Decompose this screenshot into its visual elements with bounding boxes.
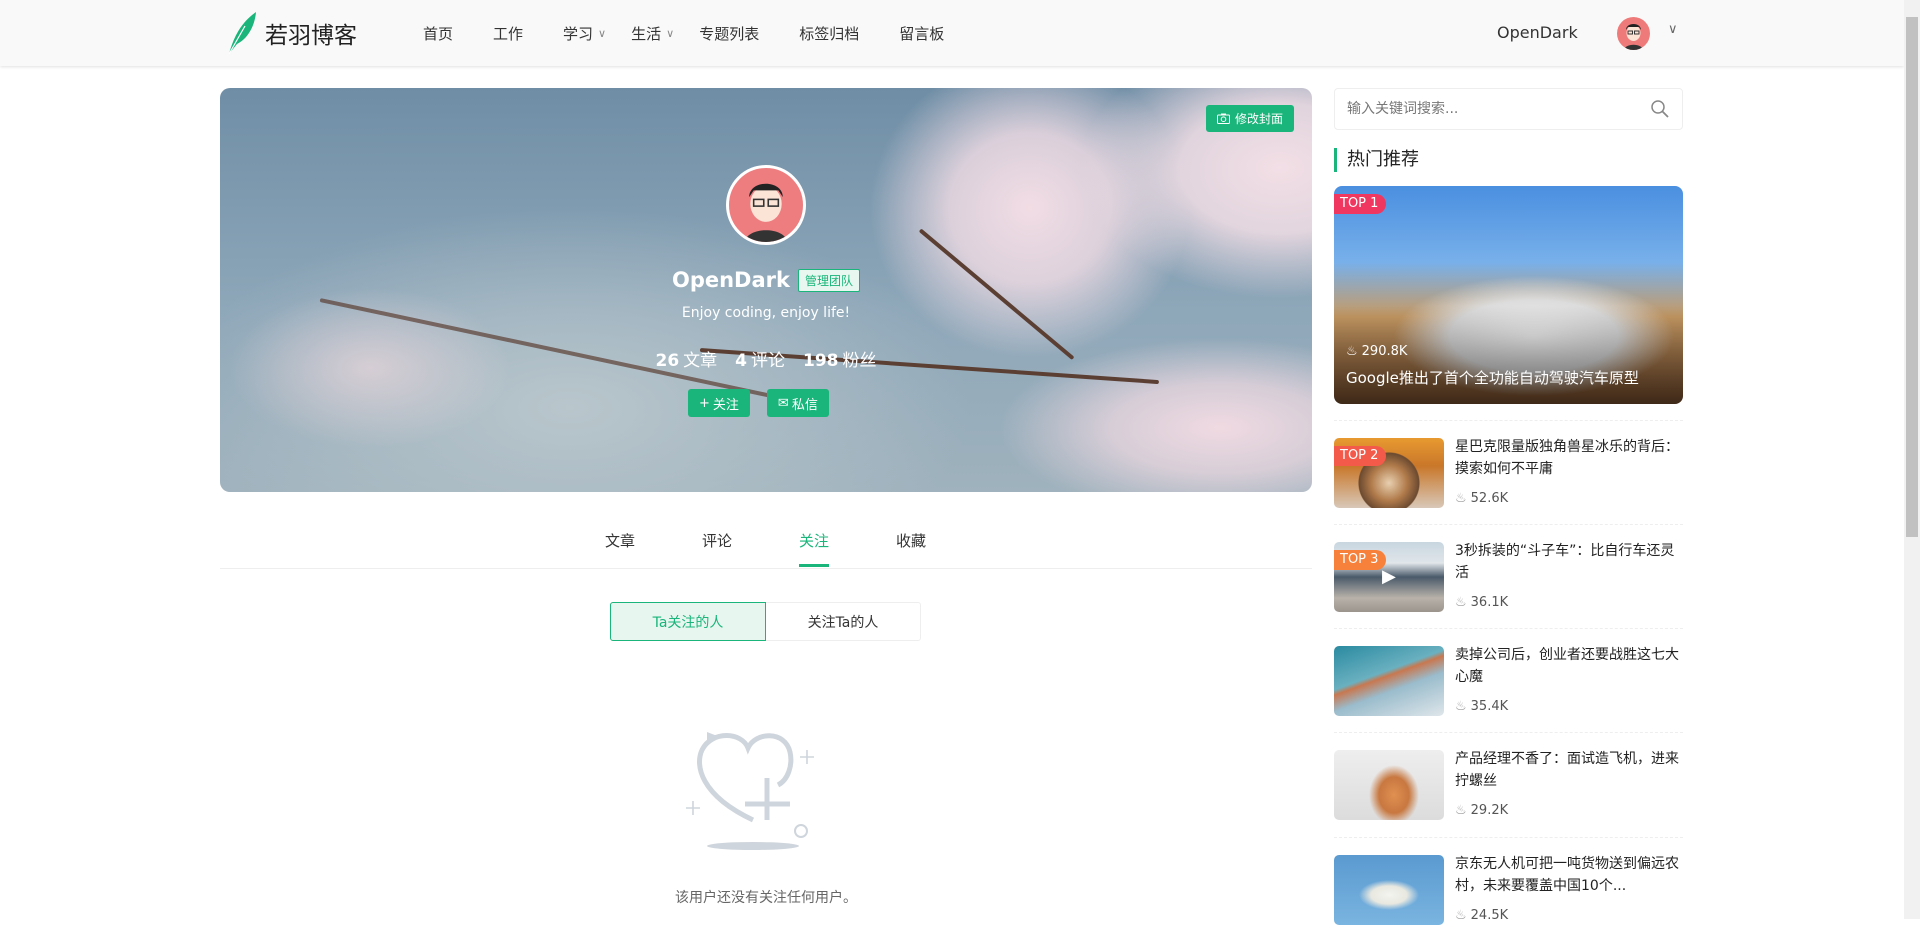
search-box [1334,88,1683,130]
hot-list-item[interactable]: 产品经理不香了：面试造飞机，进来拧螺丝 ♨ 29.2K [1334,732,1683,836]
tab-articles[interactable]: 文章 [605,530,635,551]
nav-tags[interactable]: 标签归档 [799,23,859,44]
header-username[interactable]: OpenDark [1497,23,1578,42]
profile-cover: 修改封面 OpenDark 管理团队 Enjoy coding, enjoy l… [220,88,1312,492]
hot-recommend-title: 热门推荐 [1334,148,1419,172]
empty-heart-illustration [686,732,814,850]
item-title[interactable]: 卖掉公司后，创业者还要战胜这七大心魔 [1455,644,1683,688]
item-title[interactable]: 星巴克限量版独角兽星冰乐的背后：摸索如何不平庸 [1455,436,1683,480]
view-count: ♨ 290.8K [1346,344,1408,359]
view-count: ♨ 35.4K [1455,699,1509,714]
header-avatar[interactable] [1617,17,1650,50]
thumbnail-image[interactable]: TOP 2 [1334,438,1444,508]
scrollbar-thumb[interactable] [1906,17,1918,537]
nav-home[interactable]: 首页 [423,23,453,44]
fire-icon: ♨ [1455,803,1467,818]
thumbnail-image[interactable] [1334,855,1444,925]
view-count: ♨ 52.6K [1455,491,1509,506]
message-button[interactable]: ✉ 私信 [766,389,829,417]
search-icon[interactable] [1650,99,1670,119]
camera-icon [1216,113,1230,124]
fire-icon: ♨ [1346,344,1358,359]
mail-icon: ✉ [777,395,789,411]
nav-label: 学习 [563,24,594,43]
nav-study[interactable]: 学习 ∨ [563,23,606,44]
nav-label: 工作 [493,24,524,43]
profile-name: OpenDark [671,268,790,292]
main-nav: 首页 工作 学习 ∨ 生活 ∨ 专题列表 标签归档 留言板 [423,0,984,66]
fire-icon: ♨ [1455,699,1467,714]
play-icon: ▶ [1382,566,1396,587]
logo-text: 若羽博客 [265,23,357,49]
edit-cover-button[interactable]: 修改封面 [1205,105,1294,132]
role-badge: 管理团队 [798,268,861,292]
thumbnail-image[interactable] [1334,646,1444,716]
hot-list-item[interactable]: TOP 3 ▶ 3秒拆装的“斗子车”：比自行车还灵活 ♨ 36.1K [1334,524,1683,628]
top-navbar: 若羽博客 首页 工作 学习 ∨ 生活 ∨ 专题列表 标签归档 留言板 OpenDar… [0,0,1904,66]
nav-life[interactable]: 生活 ∨ [631,23,674,44]
follow-segmented-control: Ta关注的人 关注Ta的人 [610,602,921,641]
segment-followers[interactable]: 关注Ta的人 [766,603,920,640]
rank-badge: TOP 2 [1334,446,1387,466]
view-count: ♨ 36.1K [1455,595,1509,610]
nav-guestbook[interactable]: 留言板 [899,23,944,44]
nav-topics[interactable]: 专题列表 [699,23,759,44]
tab-following[interactable]: 关注 [798,530,830,567]
profile-tabs: 文章 评论 关注 收藏 [220,520,1312,569]
rank-badge: TOP 3 [1334,550,1387,570]
stat-articles[interactable]: 26 文章 [655,346,717,371]
item-title[interactable]: 3秒拆装的“斗子车”：比自行车还灵活 [1455,540,1683,584]
fire-icon: ♨ [1455,908,1467,923]
profile-bio: Enjoy coding, enjoy life! [681,305,851,321]
chevron-down-icon[interactable]: ∨ [1668,22,1678,37]
chevron-down-icon: ∨ [666,26,675,40]
fire-icon: ♨ [1455,491,1467,506]
hot-list-item[interactable]: 京东无人机可把一吨货物送到偏远农村，未来要覆盖中国10个... ♨ 24.5K [1334,837,1683,941]
fire-icon: ♨ [1455,595,1467,610]
item-title[interactable]: 京东无人机可把一吨货物送到偏远农村，未来要覆盖中国10个... [1455,853,1683,897]
tab-comments[interactable]: 评论 [702,530,732,551]
empty-state-text: 该用户还没有关注任何用户。 [675,890,857,906]
nav-label: 专题列表 [699,24,760,43]
nav-label: 留言板 [899,24,945,43]
rank-badge: TOP 1 [1334,194,1387,214]
feather-logo-icon [228,12,256,55]
hot-top-card[interactable]: TOP 1 ♨ 290.8K Google推出了首个全功能自动驾驶汽车原型 [1334,186,1683,404]
follow-button[interactable]: + 关注 [688,389,750,417]
nav-label: 标签归档 [799,24,860,43]
profile-stats: 26 文章 4 评论 198 粉丝 [220,346,1312,371]
branch-decoration [918,228,1075,361]
chevron-down-icon: ∨ [598,26,607,40]
hot-list-item[interactable]: 卖掉公司后，创业者还要战胜这七大心魔 ♨ 35.4K [1334,628,1683,732]
view-count: ♨ 29.2K [1455,803,1509,818]
plus-icon: + [699,395,710,411]
view-count: ♨ 24.5K [1455,908,1509,923]
stat-comments[interactable]: 4 评论 [735,346,785,371]
profile-avatar[interactable] [726,165,806,245]
edit-cover-label: 修改封面 [1234,112,1283,126]
nav-label: 首页 [423,24,454,43]
nav-work[interactable]: 工作 [493,23,523,44]
item-title[interactable]: 产品经理不香了：面试造飞机，进来拧螺丝 [1455,748,1683,792]
thumbnail-image[interactable]: TOP 3 ▶ [1334,542,1444,612]
hot-top-title[interactable]: Google推出了首个全功能自动驾驶汽车原型 [1346,367,1639,388]
nav-label: 生活 [631,24,662,43]
thumbnail-image[interactable] [1334,750,1444,820]
profile-actions: + 关注 ✉ 私信 [688,389,829,417]
profile-name-row: OpenDark 管理团队 [220,268,1312,292]
segment-following[interactable]: Ta关注的人 [610,602,766,641]
hot-list-item[interactable]: TOP 2 星巴克限量版独角兽星冰乐的背后：摸索如何不平庸 ♨ 52.6K [1334,420,1683,524]
stat-fans[interactable]: 198 粉丝 [803,346,877,371]
logo[interactable]: 若羽博客 [225,10,357,56]
search-input[interactable] [1335,89,1635,129]
scrollbar[interactable] [1904,0,1920,919]
tab-favorites[interactable]: 收藏 [896,530,926,551]
